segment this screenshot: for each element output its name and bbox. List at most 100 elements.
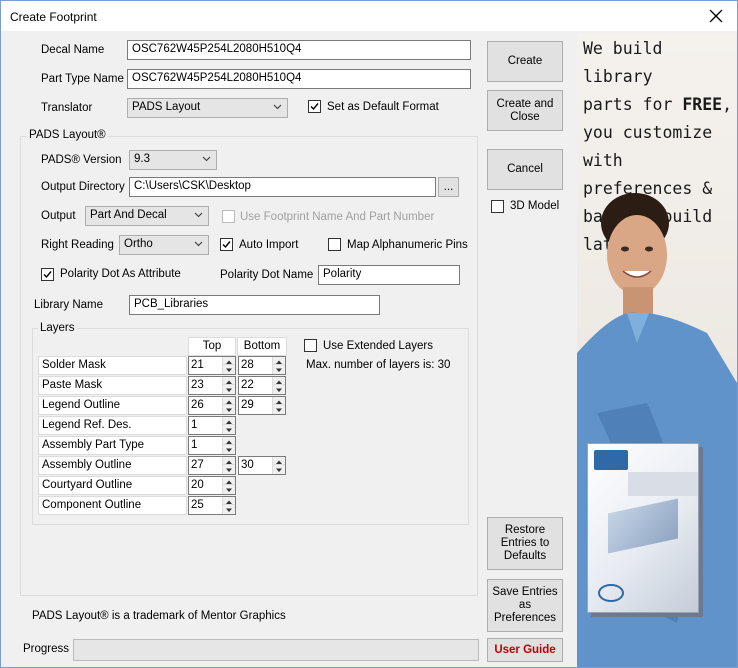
create-and-close-button-label: Create and Close	[496, 97, 554, 123]
3d-model-checkbox[interactable]	[491, 200, 504, 213]
use-footprint-name-checkbox[interactable]	[222, 210, 235, 223]
paste-mask-top-stepper[interactable]: 23	[188, 376, 236, 395]
table-row: Legend Outline	[38, 396, 187, 415]
arrow-down-icon	[226, 368, 232, 372]
trademark-text: PADS Layout® is a trademark of Mentor Gr…	[32, 610, 286, 622]
table-row: Assembly Part Type	[38, 436, 187, 455]
paste-mask-bottom-stepper[interactable]: 22	[238, 376, 286, 395]
layers-group-title: Layers	[38, 322, 77, 334]
chevron-down-icon	[202, 156, 211, 162]
check-icon	[43, 271, 52, 279]
save-preferences-button[interactable]: Save Entries as Preferences	[487, 579, 563, 632]
solder-mask-top-stepper[interactable]: 21	[188, 356, 236, 375]
output-directory-input[interactable]: C:\Users\CSK\Desktop	[129, 177, 436, 197]
solder-mask-bottom-stepper[interactable]: 28	[238, 356, 286, 375]
component-outline-top-stepper[interactable]: 25	[188, 496, 236, 515]
output-select[interactable]: Part And Decal	[85, 206, 209, 226]
pads-version-select[interactable]: 9.3	[129, 150, 217, 170]
output-directory-label: Output Directory	[41, 181, 125, 193]
promo-banner[interactable]: We build library parts for FREE, you cus…	[577, 33, 737, 667]
close-icon[interactable]	[705, 5, 727, 27]
right-reading-select[interactable]: Ortho	[119, 235, 209, 255]
table-row: Paste Mask	[38, 376, 187, 395]
table-row: Component Outline	[38, 496, 187, 515]
translator-label: Translator	[41, 102, 93, 114]
map-alphanumeric-pins-checkbox[interactable]	[328, 238, 341, 251]
product-box	[587, 443, 699, 613]
cancel-button[interactable]: Cancel	[487, 149, 563, 190]
check-icon	[222, 241, 231, 249]
use-footprint-name-label: Use Footprint Name And Part Number	[240, 211, 435, 223]
max-layers-text: Max. number of layers is: 30	[306, 359, 451, 371]
part-type-name-input[interactable]: OSC762W45P254L2080H510Q4	[127, 69, 471, 89]
polarity-dot-attribute-checkbox[interactable]	[41, 268, 54, 281]
window-title: Create Footprint	[10, 10, 97, 24]
ipc-logo	[598, 584, 624, 602]
save-preferences-button-label: Save Entries as Preferences	[492, 586, 558, 624]
library-name-label: Library Name	[34, 299, 104, 311]
browse-button[interactable]: ...	[438, 177, 459, 197]
create-and-close-button[interactable]: Create and Close	[487, 90, 563, 131]
output-label: Output	[41, 210, 76, 222]
layers-col-top: Top	[188, 337, 236, 356]
map-alphanumeric-pins-label: Map Alphanumeric Pins	[347, 239, 468, 251]
chevron-down-icon	[194, 212, 203, 218]
arrow-down-icon	[226, 428, 232, 432]
table-row: Legend Ref. Des.	[38, 416, 187, 435]
legend-outline-bottom-stepper[interactable]: 29	[238, 396, 286, 415]
auto-import-label: Auto Import	[239, 239, 299, 251]
pads-version-value: 9.3	[134, 153, 150, 165]
set-default-checkbox[interactable]	[308, 100, 321, 113]
auto-import-checkbox[interactable]	[220, 238, 233, 251]
3d-model-label: 3D Model	[510, 200, 560, 212]
arrow-down-icon	[226, 448, 232, 452]
arrow-down-icon	[226, 508, 232, 512]
create-footprint-window: Create Footprint Decal Name OSC762W45P25…	[0, 0, 738, 668]
polarity-dot-name-input[interactable]: Polarity	[318, 265, 460, 285]
assembly-outline-bottom-stepper[interactable]: 30	[238, 456, 286, 475]
title-bar: Create Footprint	[1, 1, 737, 31]
decal-name-input[interactable]: OSC762W45P254L2080H510Q4	[127, 40, 471, 60]
progress-bar	[73, 639, 479, 661]
arrow-down-icon	[226, 468, 232, 472]
promo-free-text: FREE	[682, 95, 723, 114]
use-extended-layers-label: Use Extended Layers	[323, 340, 433, 352]
arrow-down-icon	[276, 468, 282, 472]
user-guide-button[interactable]: User Guide	[487, 638, 563, 662]
arrow-down-icon	[226, 388, 232, 392]
pads-layout-group-title: PADS Layout®	[27, 129, 108, 141]
translator-select[interactable]: PADS Layout	[127, 98, 288, 118]
cancel-button-label: Cancel	[507, 163, 543, 175]
translator-select-value: PADS Layout	[132, 101, 201, 113]
legend-outline-top-stepper[interactable]: 26	[188, 396, 236, 415]
right-reading-label: Right Reading	[41, 239, 114, 251]
promo-line-2: parts for FREE,	[583, 95, 733, 114]
arrow-down-icon	[226, 408, 232, 412]
pads-version-label: PADS® Version	[41, 154, 122, 166]
create-button-label: Create	[507, 55, 543, 67]
check-icon	[310, 103, 319, 111]
expert-box-banner	[628, 472, 698, 496]
polarity-dot-attribute-label: Polarity Dot As Attribute	[60, 268, 181, 280]
legend-ref-des-top-stepper[interactable]: 1	[188, 416, 236, 435]
promo-line-1: We build library	[583, 39, 663, 86]
table-row: Assembly Outline	[38, 456, 187, 475]
decal-name-label: Decal Name	[41, 44, 105, 56]
set-default-label: Set as Default Format	[327, 101, 439, 113]
promo-line-3: you customize	[583, 123, 713, 142]
user-guide-button-label: User Guide	[494, 643, 556, 656]
chevron-down-icon	[194, 241, 203, 247]
right-reading-value: Ortho	[124, 238, 153, 250]
output-select-value: Part And Decal	[90, 209, 167, 221]
table-row: Courtyard Outline	[38, 476, 187, 495]
library-name-input[interactable]: PCB_Libraries	[129, 295, 380, 315]
use-extended-layers-checkbox[interactable]	[304, 339, 317, 352]
assembly-part-type-top-stepper[interactable]: 1	[188, 436, 236, 455]
layers-col-bottom: Bottom	[237, 337, 287, 356]
courtyard-outline-top-stepper[interactable]: 20	[188, 476, 236, 495]
create-button[interactable]: Create	[487, 41, 563, 82]
restore-defaults-button[interactable]: Restore Entries to Defaults	[487, 517, 563, 570]
polarity-dot-name-label: Polarity Dot Name	[220, 269, 314, 281]
assembly-outline-top-stepper[interactable]: 27	[188, 456, 236, 475]
part-type-name-label: Part Type Name	[41, 73, 124, 85]
